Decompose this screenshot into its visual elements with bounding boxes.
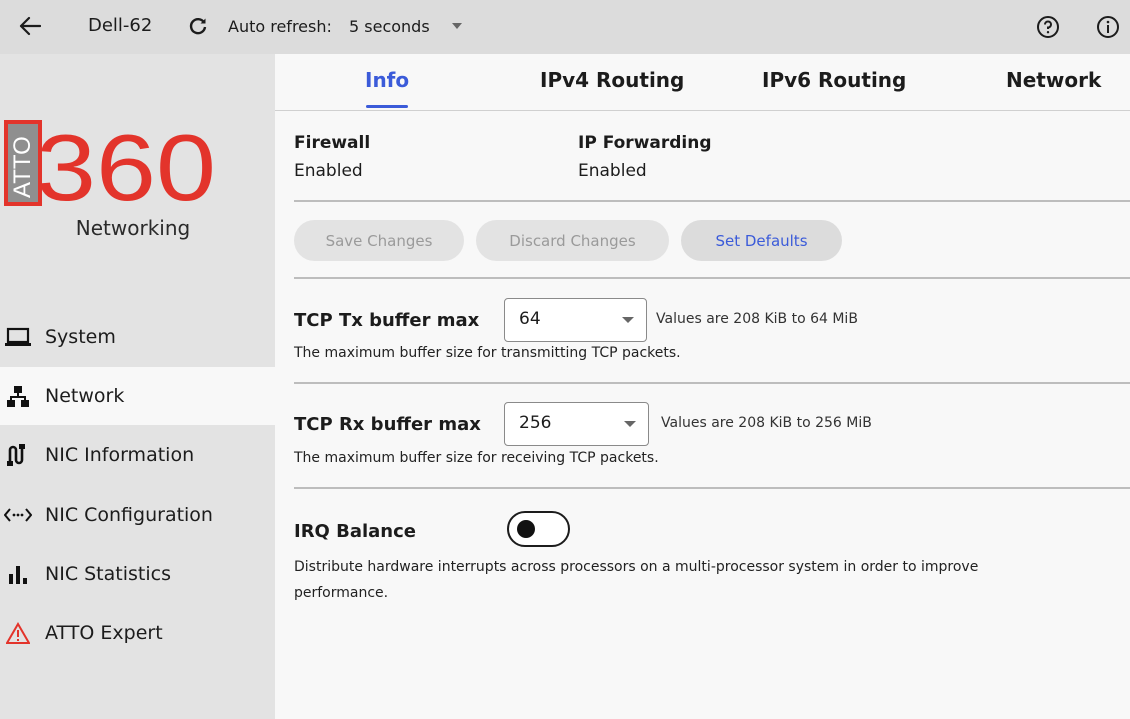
ip-forwarding-value: Enabled	[578, 161, 647, 181]
divider	[294, 200, 1130, 202]
sidebar-item-atto-expert[interactable]: ATTO Expert	[0, 604, 275, 662]
tab-info[interactable]: Info	[365, 68, 409, 92]
firewall-label: Firewall	[294, 133, 371, 153]
nic-configuration-icon	[2, 501, 34, 529]
refresh-icon[interactable]	[184, 12, 212, 40]
atto-360-logo: ATTO 360	[4, 116, 216, 206]
irq-description-cont: performance.	[294, 585, 389, 601]
network-icon	[2, 382, 34, 410]
divider	[294, 382, 1130, 384]
save-changes-button[interactable]: Save Changes	[294, 220, 464, 261]
help-icon[interactable]	[1034, 13, 1062, 41]
laptop-icon	[2, 323, 34, 351]
sidebar-item-label: Network	[45, 385, 125, 407]
chevron-down-icon	[622, 317, 634, 323]
tcp-tx-select[interactable]: 64	[504, 298, 647, 342]
chevron-down-icon	[624, 421, 636, 427]
logo-subtitle: Networking	[75, 216, 191, 240]
irq-balance-title: IRQ Balance	[294, 521, 417, 542]
chevron-down-icon[interactable]	[452, 23, 462, 29]
back-arrow-icon[interactable]	[16, 12, 44, 40]
info-icon[interactable]	[1094, 13, 1122, 41]
set-defaults-button[interactable]: Set Defaults	[681, 220, 842, 261]
divider	[294, 487, 1130, 489]
host-name: Dell-62	[88, 15, 153, 36]
bar-chart-icon	[2, 560, 34, 588]
tab-ipv4-routing[interactable]: IPv4 Routing	[540, 68, 684, 92]
tcp-tx-description: The maximum buffer size for transmitting…	[294, 345, 681, 361]
tcp-rx-select[interactable]: 256	[504, 402, 649, 446]
tcp-rx-title: TCP Rx buffer max	[294, 414, 481, 435]
toggle-knob	[517, 520, 535, 538]
irq-description: Distribute hardware interrupts across pr…	[294, 559, 979, 575]
sidebar-item-system[interactable]: System	[0, 308, 275, 366]
sidebar-item-nic-statistics[interactable]: NIC Statistics	[0, 545, 275, 603]
tcp-rx-description: The maximum buffer size for receiving TC…	[294, 450, 659, 466]
tab-network[interactable]: Network	[1006, 68, 1101, 92]
sidebar: ATTO 360 Networking System Network NIC I…	[0, 54, 275, 719]
tab-bar: Info IPv4 Routing IPv6 Routing Network	[275, 54, 1130, 111]
tab-ipv6-routing[interactable]: IPv6 Routing	[762, 68, 906, 92]
discard-changes-button[interactable]: Discard Changes	[476, 220, 669, 261]
ip-forwarding-label: IP Forwarding	[578, 133, 712, 153]
tcp-tx-hint: Values are 208 KiB to 64 MiB	[656, 311, 858, 327]
warning-icon	[2, 619, 34, 647]
auto-refresh-select[interactable]: 5 seconds	[349, 17, 430, 36]
divider	[294, 277, 1130, 279]
auto-refresh-label: Auto refresh:	[228, 17, 332, 36]
sidebar-item-network[interactable]: Network	[0, 367, 275, 425]
sidebar-item-label: NIC Information	[45, 444, 195, 466]
sidebar-item-label: NIC Configuration	[45, 504, 213, 526]
firewall-value: Enabled	[294, 161, 363, 181]
sidebar-item-label: NIC Statistics	[45, 563, 171, 585]
sidebar-item-label: System	[45, 326, 116, 348]
nic-information-icon	[2, 441, 34, 469]
tcp-tx-title: TCP Tx buffer max	[294, 310, 480, 331]
sidebar-item-nic-information[interactable]: NIC Information	[0, 426, 275, 484]
tcp-rx-value: 256	[519, 413, 552, 433]
sidebar-item-nic-configuration[interactable]: NIC Configuration	[0, 486, 275, 544]
sidebar-item-label: ATTO Expert	[45, 622, 163, 644]
irq-balance-toggle[interactable]	[507, 511, 570, 547]
top-bar: Dell-62 Auto refresh: 5 seconds	[0, 0, 1130, 54]
logo-badge: ATTO	[9, 136, 36, 198]
tcp-rx-hint: Values are 208 KiB to 256 MiB	[661, 415, 872, 431]
active-tab-indicator	[366, 105, 408, 108]
logo-text: 360	[36, 116, 216, 206]
tcp-tx-value: 64	[519, 309, 541, 329]
